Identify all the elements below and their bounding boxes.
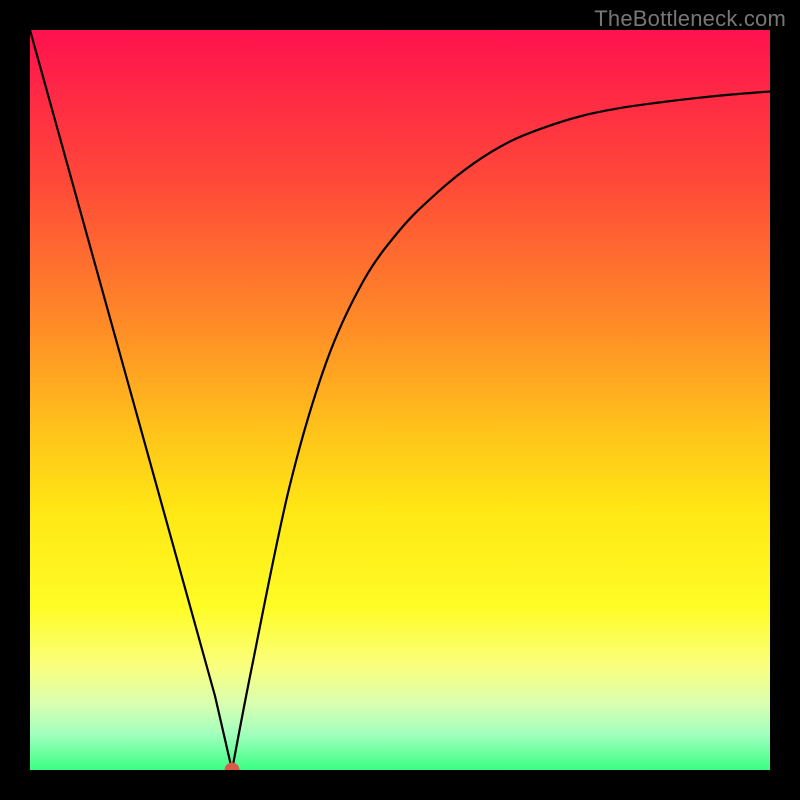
curve-layer — [30, 30, 770, 770]
plot-area — [30, 30, 770, 770]
watermark-text: TheBottleneck.com — [594, 6, 786, 32]
bottleneck-curve — [30, 30, 770, 770]
chart-frame: TheBottleneck.com — [0, 0, 800, 800]
minimum-marker — [225, 763, 239, 770]
